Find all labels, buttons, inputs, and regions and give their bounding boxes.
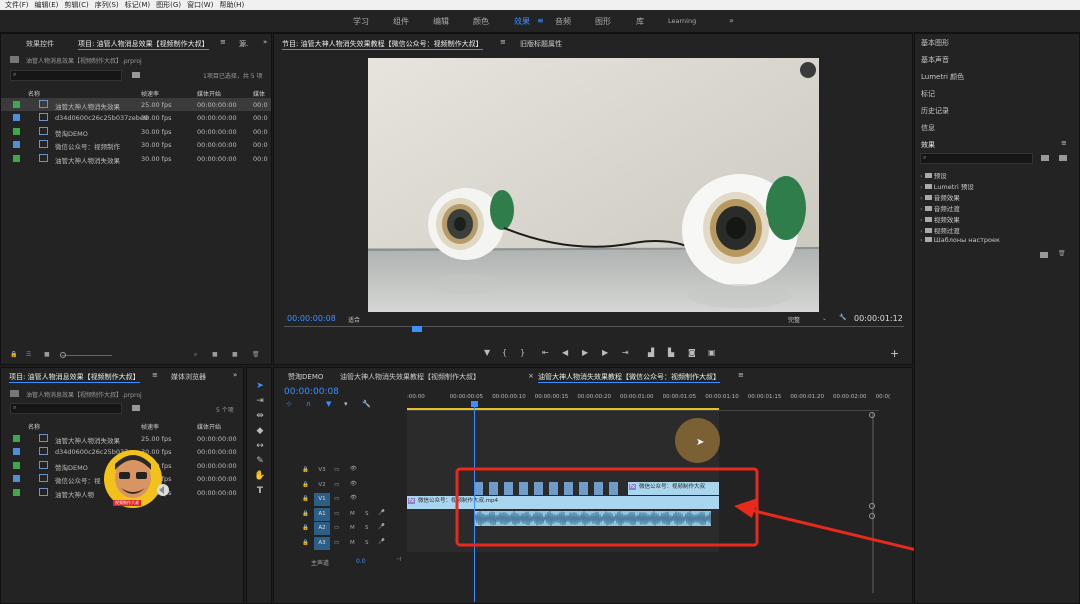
arrow-head [734,498,758,518]
accelerated-effects-icon[interactable] [1041,155,1049,161]
effects-folder[interactable]: › 音频效果 [920,192,960,202]
panel-history[interactable]: 历史记录 [921,106,949,116]
panel-info[interactable]: 信息 [921,123,935,133]
panel-lumetri-color[interactable]: Lumetri 颜色 [921,72,964,82]
effects-folder[interactable]: › Шаблоны настроек [920,236,1000,244]
effects-folder[interactable]: › 音频过渡 [920,203,960,213]
effects-folder-label: 音频过渡 [933,205,960,213]
effects-search-input[interactable]: ⌕ [920,153,1033,164]
trash-icon[interactable]: 🗑 [1058,250,1066,257]
panel-menu-icon[interactable]: ≡ [1061,139,1067,147]
32bit-effects-icon[interactable] [1059,155,1067,161]
chevron-right-icon[interactable]: › [920,183,923,191]
new-bin-icon[interactable] [1040,252,1048,258]
folder-icon [924,237,932,242]
panel-essential-graphics[interactable]: 基本图形 [921,38,949,48]
effects-folder-label: 视频效果 [933,216,960,224]
effects-folder[interactable]: › 预设 [920,170,947,180]
chevron-right-icon[interactable]: › [920,205,923,213]
effects-folder[interactable]: › 视频效果 [920,214,960,224]
folder-icon [924,195,932,200]
chevron-right-icon[interactable]: › [920,172,923,180]
chevron-right-icon[interactable]: › [920,227,923,235]
highlight-rectangle [455,467,759,547]
folder-icon [924,173,932,178]
chevron-right-icon[interactable]: › [920,194,923,202]
folder-icon [924,217,932,222]
chevron-right-icon[interactable]: › [920,216,923,224]
right-panel [914,33,1080,604]
panel-effects[interactable]: 效果 [921,140,935,150]
chevron-right-icon[interactable]: › [920,236,923,244]
effects-folder-label: 预设 [933,172,947,180]
folder-icon [924,228,932,233]
effects-folder[interactable]: › 视频过渡 [920,225,960,235]
effects-folder-label: 音频效果 [933,194,960,202]
panel-essential-sound[interactable]: 基本声音 [921,55,949,65]
folder-icon [924,184,932,189]
folder-icon [924,206,932,211]
search-icon: ⌕ [923,154,927,161]
effects-folder-label: 视频过渡 [933,227,960,235]
effects-folder[interactable]: › Lumetri 预设 [920,181,974,191]
panel-markers[interactable]: 标记 [921,89,935,99]
effects-folder-label: Шаблоны настроек [933,236,1000,244]
effects-folder-label: Lumetri 预设 [933,183,974,191]
